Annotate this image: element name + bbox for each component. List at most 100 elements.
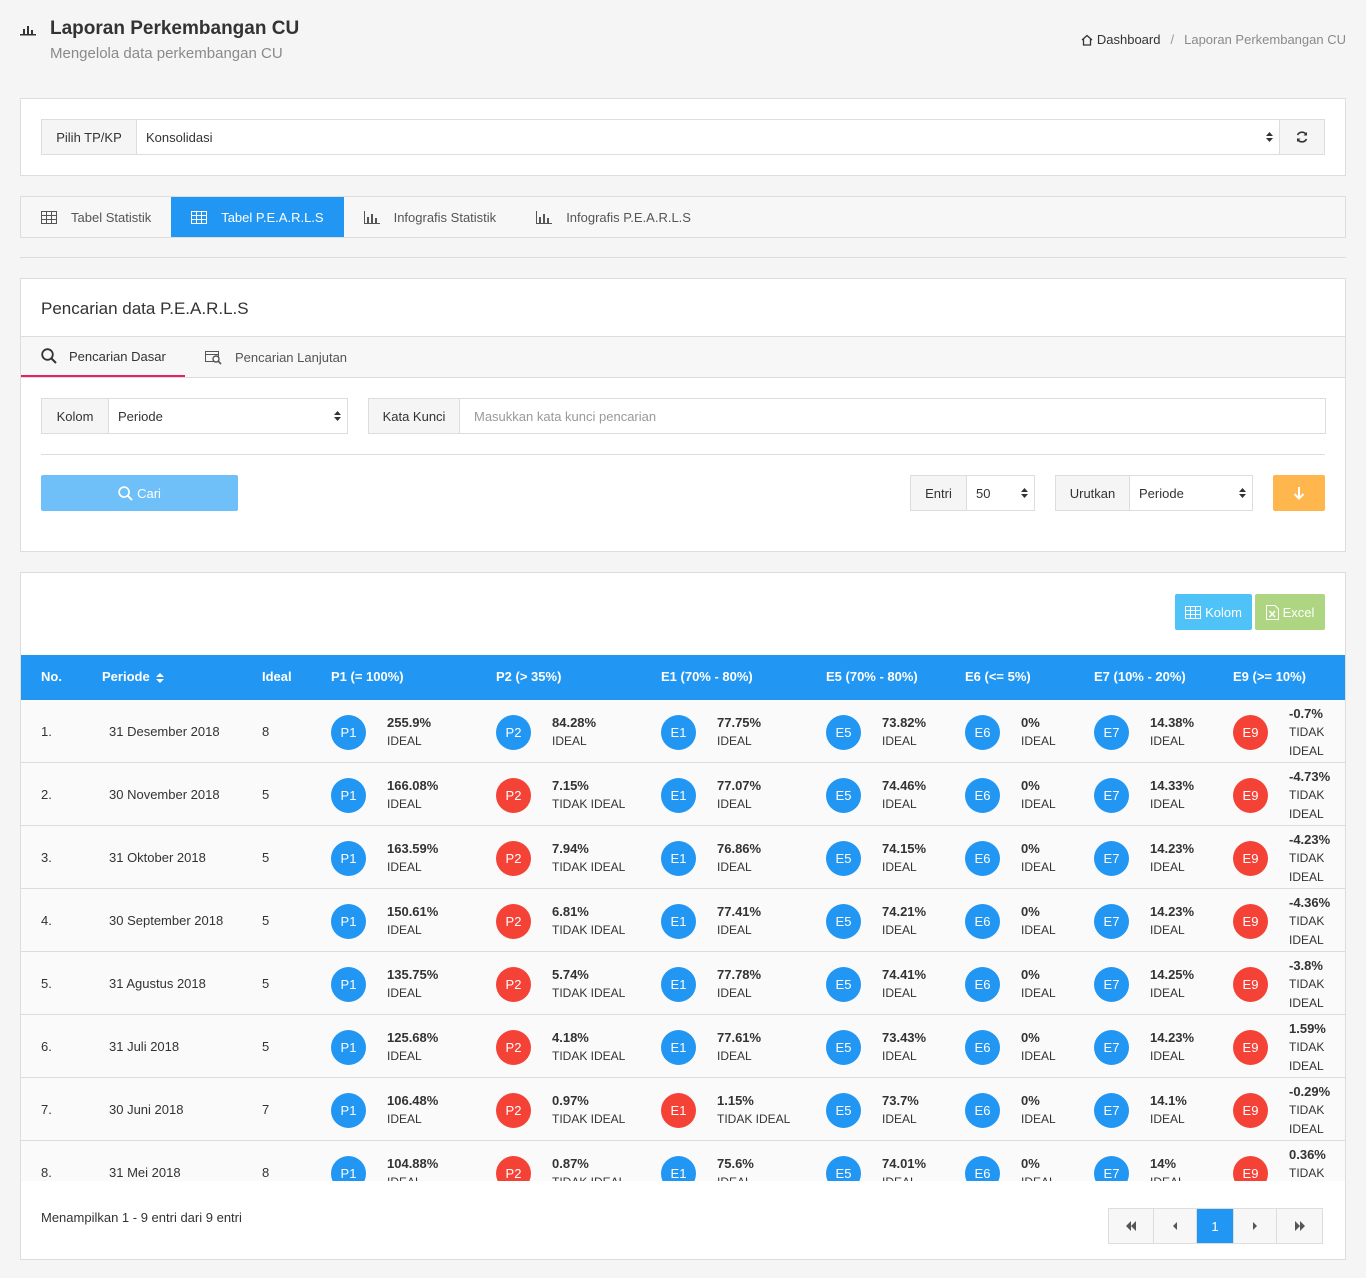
indicator-status: IDEAL <box>717 986 752 1000</box>
indicator-badge: P1 <box>331 1029 366 1065</box>
breadcrumb: Dashboard / Laporan Perkembangan CU <box>1081 32 1346 47</box>
indicator-value: 74.01% <box>882 1156 927 1171</box>
indicator-text: 74.21% IDEAL <box>882 902 926 940</box>
table-body: 1. 31 Desember 2018 8 P1 255.9% IDEAL P2 84.28%… <box>21 700 1345 1181</box>
tab-label: Infografis P.E.A.R.L.S <box>566 209 691 225</box>
urutkan-select[interactable]: Periode <box>1129 475 1253 511</box>
tab-tabel-statistik[interactable]: Tabel Statistik <box>21 197 171 237</box>
indicator-badge: E6 <box>965 1092 1000 1128</box>
indicator-text: 14.23% IDEAL <box>1150 839 1194 877</box>
kolom-select[interactable]: Periode <box>108 398 348 434</box>
indicator-badge: E7 <box>1094 1029 1129 1065</box>
row-ideal-count: 7 <box>262 1102 270 1117</box>
table-row: 7. 30 Juni 2018 7 P1 106.48% IDEAL P2 0.97% TIDA… <box>21 1078 1345 1141</box>
indicator-value: 77.41% <box>717 904 762 919</box>
row-no: 5. <box>41 976 52 991</box>
indicator-text: 7.15% TIDAK IDEAL <box>552 776 625 814</box>
indicator-cell: E7 14.25% IDEAL <box>1094 966 1194 1002</box>
next-page-button[interactable] <box>1234 1209 1277 1243</box>
indicator-status: IDEAL <box>1021 734 1056 748</box>
tpkp-select-value: Konsolidasi <box>146 129 213 145</box>
search-panel: Pencarian data P.E.A.R.L.S Pencarian Das… <box>20 278 1346 552</box>
pearls-table-panel: Kolom Excel No. Periode Ideal P1 (= 100%… <box>20 572 1346 1260</box>
page-subtitle: Mengelola data perkembangan CU <box>50 45 283 62</box>
page-button-current[interactable]: 1 <box>1197 1209 1234 1243</box>
indicator-status: IDEAL <box>882 1173 926 1181</box>
indicator-value: -4.73% <box>1289 768 1331 784</box>
kolom-label: Kolom <box>41 398 109 434</box>
indicator-status: IDEAL <box>387 1049 422 1063</box>
table-row: 4. 30 September 2018 5 P1 150.61% IDEAL P2 6.81… <box>21 889 1345 952</box>
select-arrows-icon <box>334 411 341 421</box>
indicator-status: IDEAL <box>1021 1049 1056 1063</box>
search-title: Pencarian data P.E.A.R.L.S <box>41 299 249 318</box>
indicator-value: 14.33% <box>1150 778 1195 793</box>
indicator-cell: E5 73.82% IDEAL <box>826 714 926 750</box>
indicator-cell: E6 0% IDEAL <box>965 840 1056 876</box>
tpkp-select[interactable]: Konsolidasi <box>136 119 1280 155</box>
cari-button[interactable]: Cari <box>41 475 238 511</box>
indicator-badge: E6 <box>965 1029 1000 1065</box>
indicator-status: TIDAK IDEAL <box>552 1112 626 1126</box>
chevron-right-icon <box>1253 1222 1257 1230</box>
indicator-cell: P2 4.18% TIDAK IDEAL <box>496 1029 625 1065</box>
tab-tabel-pearls[interactable]: Tabel P.E.A.R.L.S <box>171 197 344 237</box>
entri-select[interactable]: 50 <box>966 475 1035 511</box>
indicator-text: 73.43% IDEAL <box>882 1028 926 1066</box>
indicator-value: 0% <box>1021 1156 1040 1171</box>
indicator-cell: E7 14.23% IDEAL <box>1094 903 1194 939</box>
kata-kunci-input[interactable]: Masukkan kata kunci pencarian <box>459 398 1326 434</box>
arrow-down-icon <box>1293 487 1305 500</box>
sort-direction-button[interactable] <box>1273 475 1325 511</box>
tab-infografis-statistik[interactable]: Infografis Statistik <box>344 197 517 237</box>
indicator-text: 77.07% IDEAL <box>717 776 761 814</box>
row-periode: 30 November 2018 <box>109 787 220 802</box>
first-page-button[interactable] <box>1109 1209 1154 1243</box>
table-row: 3. 31 Oktober 2018 5 P1 163.59% IDEAL P2 7.94% T… <box>21 826 1345 889</box>
indicator-cell: E5 74.46% IDEAL <box>826 777 926 813</box>
indicator-text: 76.86% IDEAL <box>717 839 761 877</box>
kolom-button[interactable]: Kolom <box>1175 594 1252 630</box>
table-row: 6. 31 Juli 2018 5 P1 125.68% IDEAL P2 4.18% TIDA… <box>21 1015 1345 1078</box>
pearls-table: No. Periode Ideal P1 (= 100%) P2 (> 35%)… <box>21 655 1345 1181</box>
indicator-text: 14% IDEAL <box>1150 1154 1185 1181</box>
indicator-value: 1.59% <box>1289 1020 1326 1036</box>
indicator-text: 14.1% IDEAL <box>1150 1091 1187 1129</box>
indicator-value: 74.46% <box>882 778 927 793</box>
indicator-cell: E1 76.86% IDEAL <box>661 840 761 876</box>
indicator-value: 150.61% <box>387 904 439 919</box>
excel-button[interactable]: Excel <box>1255 594 1325 630</box>
indicator-text: 0% IDEAL <box>1021 902 1056 940</box>
indicator-cell: E7 14.23% IDEAL <box>1094 1029 1194 1065</box>
indicator-badge: E1 <box>661 903 696 939</box>
indicator-value: 106.48% <box>387 1093 439 1108</box>
indicator-cell: E6 0% IDEAL <box>965 1155 1056 1181</box>
indicator-cell: E9 0.36% TIDAK IDEAL <box>1233 1147 1345 1181</box>
indicator-cell: E1 77.78% IDEAL <box>661 966 761 1002</box>
indicator-status: IDEAL <box>387 797 422 811</box>
breadcrumb-separator: / <box>1170 32 1175 47</box>
tab-pencarian-dasar[interactable]: Pencarian Dasar <box>21 337 185 377</box>
tab-pencarian-lanjutan[interactable]: Pencarian Lanjutan <box>205 337 347 377</box>
indicator-cell: P2 0.97% TIDAK IDEAL <box>496 1092 625 1128</box>
chevron-left-icon <box>1173 1222 1177 1230</box>
refresh-button[interactable] <box>1279 119 1325 155</box>
header-periode[interactable]: Periode <box>102 669 164 684</box>
indicator-cell: P2 7.94% TIDAK IDEAL <box>496 840 625 876</box>
indicator-text: 104.88% IDEAL <box>387 1154 438 1181</box>
indicator-text: -4.73% TIDAK IDEAL <box>1289 767 1345 824</box>
tab-infografis-pearls[interactable]: Infografis P.E.A.R.L.S <box>516 197 711 237</box>
indicator-value: 0.87% <box>552 1156 589 1171</box>
bar-chart-icon <box>20 26 36 36</box>
indicator-text: -0.29% TIDAK IDEAL <box>1289 1082 1345 1139</box>
indicator-status: IDEAL <box>882 1049 917 1063</box>
breadcrumb-home[interactable]: Dashboard <box>1081 32 1160 47</box>
last-page-button[interactable] <box>1277 1209 1322 1243</box>
indicator-badge: E1 <box>661 1155 696 1181</box>
indicator-text: 84.28% IDEAL <box>552 713 596 751</box>
indicator-text: 75.6% IDEAL <box>717 1154 754 1181</box>
prev-page-button[interactable] <box>1154 1209 1197 1243</box>
indicator-badge: P2 <box>496 840 531 876</box>
indicator-value: -0.29% <box>1289 1083 1331 1099</box>
header-e5: E5 (70% - 80%) <box>826 669 918 684</box>
